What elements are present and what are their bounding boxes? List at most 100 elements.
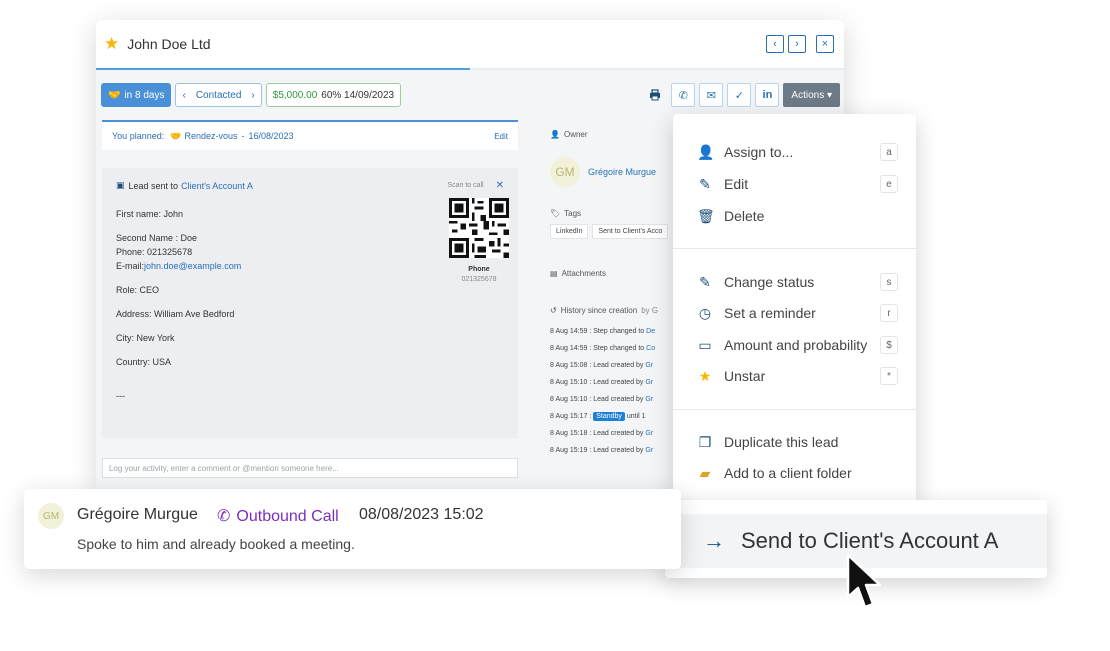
folder-icon: ▰ xyxy=(699,464,711,481)
email-label: E-mail: xyxy=(116,261,145,271)
handshake-icon: 🤝 xyxy=(170,130,182,141)
menu-item-delete[interactable]: 🗑 Delete xyxy=(673,201,916,231)
menu-item-folder[interactable]: ▰ Add to a client folder xyxy=(673,458,916,488)
activity-author[interactable]: Grégoire Murgue xyxy=(77,506,198,524)
city: City: New York xyxy=(116,333,175,343)
phone-icon[interactable]: ✆ xyxy=(671,83,696,107)
qr-code xyxy=(449,198,509,258)
lead-sent-target[interactable]: Client's Account A xyxy=(181,181,253,191)
chevron-left-icon[interactable]: ‹ xyxy=(182,90,185,101)
linkedin-icon[interactable]: in xyxy=(755,83,780,107)
actions-menu: 👤 Assign to... a ✎ Edit e 🗑 Delete ✎ Cha… xyxy=(673,114,916,502)
first-name: First name: John xyxy=(116,209,184,219)
print-icon[interactable] xyxy=(643,83,667,107)
copy-icon: ❐ xyxy=(698,433,712,450)
inbox-icon: ▣ xyxy=(116,180,125,190)
activity-type: ✆ Outbound Call xyxy=(217,506,339,526)
scan-to-call-label: Scan to call xyxy=(447,182,484,189)
chevron-right-icon[interactable]: › xyxy=(251,90,254,101)
user-icon: 👤 xyxy=(697,143,715,160)
lead-title: John Doe Ltd xyxy=(127,36,211,52)
close-button[interactable]: × xyxy=(816,35,834,53)
history-icon: ↺ xyxy=(550,306,557,315)
file-icon: ▤ xyxy=(550,269,558,278)
country: Country: USA xyxy=(116,357,172,367)
phone: Phone: 021325678 xyxy=(116,247,193,257)
edit-icon: ✎ xyxy=(699,273,711,290)
check-badge-icon[interactable]: ✓ xyxy=(727,83,752,107)
tag-item[interactable]: Sent to Client's Acco xyxy=(592,224,669,239)
address: Address: William Ave Bedford xyxy=(116,309,235,319)
history-title: History since creation xyxy=(560,306,638,315)
menu-item-label: Unstar xyxy=(724,368,766,384)
menu-item-amount[interactable]: ▭ Amount and probability $ xyxy=(673,330,916,360)
menu-item-assign[interactable]: 👤 Assign to... a xyxy=(673,137,916,167)
lead-sent-card: ▣ Lead sent to Client's Account A Scan t… xyxy=(102,168,518,438)
toolbar-tools: ✆ ✉ ✓ in Actions ▾ xyxy=(643,83,840,107)
menu-item-edit[interactable]: ✎ Edit e xyxy=(673,169,916,199)
lead-toolbar: 🤝 in 8 days ‹ Contacted › $5,000.00 60% … xyxy=(101,82,840,108)
window-nav: ‹ › × xyxy=(766,35,834,53)
planned-date: 16/08/2023 xyxy=(248,131,294,141)
status-selector[interactable]: ‹ Contacted › xyxy=(175,83,262,107)
second-name: Second Name : Doe xyxy=(116,233,198,243)
money-icon: ▭ xyxy=(698,336,712,353)
menu-item-label: Delete xyxy=(724,208,765,224)
menu-item-label: Change status xyxy=(724,274,815,290)
menu-item-label: Amount and probability xyxy=(724,337,868,353)
menu-item-label: Add to a client folder xyxy=(724,465,852,481)
amount-button[interactable]: $5,000.00 60% 14/09/2023 xyxy=(265,83,402,107)
user-icon: 👤 xyxy=(550,130,560,139)
planned-event[interactable]: Rendez-vous xyxy=(184,131,237,141)
planned-edit-link[interactable]: Edit xyxy=(494,132,508,141)
email-link[interactable]: john.doe@example.com xyxy=(144,261,241,271)
trash-icon: 🗑 xyxy=(697,207,715,224)
activity-note: Spoke to him and already booked a meetin… xyxy=(77,536,355,552)
tag-item[interactable]: LinkedIn xyxy=(550,224,589,239)
activity-type-label: Outbound Call xyxy=(236,508,339,525)
activity-datetime: 08/08/2023 15:02 xyxy=(359,506,484,523)
star-icon[interactable]: ★ xyxy=(104,34,119,54)
mail-icon[interactable]: ✉ xyxy=(699,83,724,107)
lead-sent-prefix: Lead sent to xyxy=(128,180,179,191)
activity-card: GM Grégoire Murgue ✆ Outbound Call 08/08/… xyxy=(24,489,681,569)
prev-lead-button[interactable]: ‹ xyxy=(766,35,784,53)
close-icon[interactable]: ✕ xyxy=(496,180,504,191)
owner-title: Owner xyxy=(563,130,588,139)
status-label: Contacted xyxy=(195,89,242,101)
tags-title: Tags xyxy=(564,209,582,218)
tag-icon: 🏷 xyxy=(550,209,561,218)
shortcut-key: r xyxy=(880,304,898,322)
amount-value: $5,000.00 xyxy=(272,89,318,101)
actions-button[interactable]: Actions ▾ xyxy=(783,83,840,107)
qr-label: Phone xyxy=(468,266,490,273)
arrow-right-icon: → xyxy=(703,528,725,553)
star-icon: ★ xyxy=(698,367,712,384)
shortcut-key: e xyxy=(880,175,898,193)
menu-item-unstar[interactable]: ★ Unstar * xyxy=(673,361,916,391)
shortcut-key: * xyxy=(880,367,898,385)
mouse-cursor-icon xyxy=(846,553,882,609)
handshake-icon: 🤝 xyxy=(108,89,121,101)
activity-log-input[interactable]: Log your activity, enter a comment or @m… xyxy=(102,458,518,478)
menu-item-change-status[interactable]: ✎ Change status s xyxy=(673,267,916,297)
role: Role: CEO xyxy=(116,285,160,295)
send-to-client-label: Send to Client's Account A xyxy=(741,528,999,553)
due-date-button[interactable]: 🤝 in 8 days xyxy=(101,83,172,107)
menu-item-label: Duplicate this lead xyxy=(724,434,839,450)
menu-divider xyxy=(673,248,916,249)
qr-number: 021325678 xyxy=(461,276,497,283)
due-date-label: in 8 days xyxy=(124,89,165,101)
title-bar: ★ John Doe Ltd ‹ › × xyxy=(96,20,844,68)
menu-item-reminder[interactable]: ◷ Set a reminder r xyxy=(673,298,916,328)
owner-name[interactable]: Grégoire Murgue xyxy=(588,167,656,177)
next-lead-button[interactable]: › xyxy=(788,35,806,53)
phone-icon: ✆ xyxy=(217,508,231,525)
planned-separator: - xyxy=(241,131,245,141)
edit-icon: ✎ xyxy=(699,175,711,192)
history-by: by G xyxy=(641,306,659,315)
menu-item-label: Assign to... xyxy=(724,144,794,160)
menu-item-duplicate[interactable]: ❐ Duplicate this lead xyxy=(673,427,916,457)
clock-icon: ◷ xyxy=(698,304,712,321)
menu-item-label: Set a reminder xyxy=(724,305,816,321)
